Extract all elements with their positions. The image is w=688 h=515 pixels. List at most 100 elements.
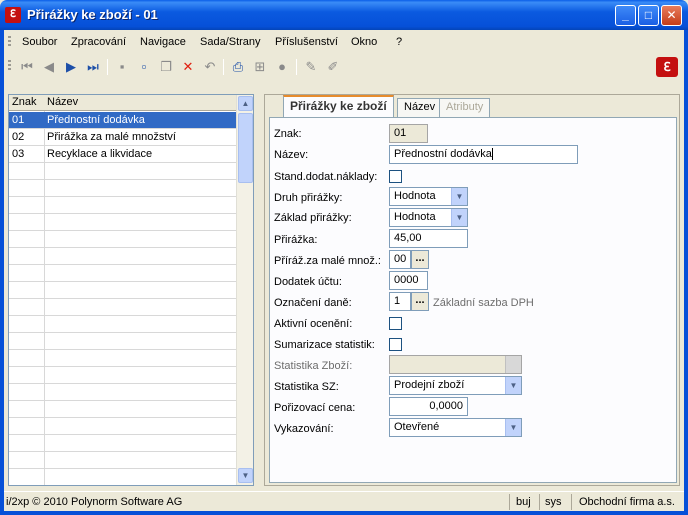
prev-record-icon[interactable]: ◀ (40, 58, 58, 76)
table-row[interactable]: 02 Přirážka za malé množství (9, 129, 237, 146)
menu-grip-icon[interactable] (8, 36, 11, 48)
label-druh-prirazky: Druh přirážky: (274, 192, 343, 204)
empty-row (9, 197, 237, 214)
status-bar: i/2xp © 2010 Polynorm Software AG buj sy… (4, 491, 684, 511)
chevron-down-icon[interactable]: ▼ (451, 209, 467, 226)
label-zaklad-prirazky: Základ přirážky: (274, 212, 352, 224)
delete-icon[interactable]: ✕ (179, 58, 197, 76)
new-icon[interactable]: ▫ (135, 58, 153, 76)
zaklad-prirazky-select[interactable]: Hodnota ▼ (389, 208, 468, 227)
table-row[interactable]: 03 Recyklace a likvidace (9, 146, 237, 163)
sumarizace-checkbox[interactable] (389, 338, 402, 351)
minimize-button[interactable]: _ (615, 5, 636, 26)
empty-row (9, 163, 237, 180)
porizovaci-cena-field[interactable]: 0,0000 (389, 397, 468, 416)
lock-icon[interactable]: ● (273, 58, 291, 76)
label-dodatek-uctu: Dodatek účtu: (274, 276, 342, 288)
chevron-down-icon[interactable]: ▼ (505, 419, 521, 436)
label-sumarizace: Sumarizace statistik: (274, 339, 375, 351)
label-statistika-zbozi: Statistika Zboží: (274, 360, 353, 372)
next-record-icon[interactable]: ▶ (62, 58, 80, 76)
statistika-sz-select[interactable]: Prodejní zboží ▼ (389, 376, 522, 395)
empty-row (9, 248, 237, 265)
edit-icon[interactable]: ✎ (302, 58, 320, 76)
empty-row (9, 180, 237, 197)
nazev-value: Přednostní dodávka (394, 148, 492, 160)
grid-scrollbar[interactable]: ▲ ▼ (236, 95, 253, 485)
last-record-icon[interactable]: ⏭ (84, 58, 102, 76)
empty-row (9, 418, 237, 435)
menu-prislusenstvi[interactable]: Příslušenství (275, 36, 338, 48)
statistika-zbozi-select (389, 355, 522, 374)
empty-row (9, 333, 237, 350)
window-frame-bottom (0, 511, 688, 515)
column-header-znak[interactable]: Znak (12, 96, 36, 108)
oznaceni-dane-field[interactable]: 1 (389, 292, 411, 311)
prirazka-field[interactable]: 45,00 (389, 229, 468, 248)
records-grid[interactable]: Znak Název 01 Přednostní dodávka 02 Přir… (8, 94, 254, 486)
toolbar-grip-icon[interactable] (8, 60, 11, 72)
label-vykazovani: Vykazování: (274, 423, 334, 435)
status-separator (509, 494, 510, 510)
label-priraz-male: Příráž.za malé množ.: (274, 255, 381, 267)
empty-row (9, 384, 237, 401)
label-statistika-sz: Statistika SZ: (274, 381, 339, 393)
first-record-icon[interactable]: ⏮ (18, 58, 36, 76)
scroll-down-icon[interactable]: ▼ (238, 468, 253, 483)
copy-icon[interactable]: ❐ (157, 58, 175, 76)
menu-soubor[interactable]: Soubor (22, 36, 57, 48)
text-caret (491, 148, 493, 161)
chevron-down-icon[interactable]: ▼ (505, 377, 521, 394)
edit-all-icon[interactable]: ✐ (324, 58, 342, 76)
empty-row (9, 299, 237, 316)
menu-sada-strany[interactable]: Sada/Strany (200, 36, 261, 48)
save-icon[interactable]: ▪ (113, 58, 131, 76)
znak-field: 01 (389, 124, 428, 143)
window-frame-right (684, 80, 688, 515)
tax-rate-description: Základní sazba DPH (433, 297, 534, 309)
maximize-button[interactable]: □ (638, 5, 659, 26)
scroll-up-icon[interactable]: ▲ (238, 96, 253, 111)
cell-znak: 02 (12, 131, 25, 143)
scroll-thumb[interactable] (238, 113, 253, 183)
empty-row (9, 316, 237, 333)
druh-prirazky-select[interactable]: Hodnota ▼ (389, 187, 468, 206)
toolbar-separator (296, 59, 297, 75)
vykazovani-select[interactable]: Otevřené ▼ (389, 418, 522, 437)
tab-nazev[interactable]: Název (397, 98, 443, 117)
oznaceni-dane-lookup-button[interactable]: ... (411, 292, 429, 311)
status-separator (539, 494, 540, 510)
stand-naklady-checkbox[interactable] (389, 170, 402, 183)
undo-icon[interactable]: ↶ (201, 58, 219, 76)
cell-nazev: Přednostní dodávka (47, 114, 145, 126)
label-porizovaci-cena: Pořizovací cena: (274, 402, 356, 414)
table-row[interactable]: 01 Přednostní dodávka (9, 112, 237, 129)
cell-nazev: Recyklace a likvidace (47, 148, 153, 160)
priraz-male-field[interactable]: 00 (389, 250, 411, 269)
menu-help[interactable]: ? (396, 36, 402, 48)
statistika-sz-value: Prodejní zboží (394, 379, 465, 391)
toolbar: ⏮ ◀ ▶ ⏭ ▪ ▫ ❐ ✕ ↶ ⎙ ⊞ ● ✎ ✐ ℇ (0, 54, 688, 80)
vykazovani-value: Otevřené (394, 421, 440, 433)
close-button[interactable]: ✕ (661, 5, 682, 26)
menu-zpracovani[interactable]: Zpracování (71, 36, 126, 48)
priraz-male-lookup-button[interactable]: ... (411, 250, 429, 269)
tab-prirazky[interactable]: Přirážky ke zboží (283, 95, 394, 117)
druh-prirazky-value: Hodnota (394, 190, 436, 202)
aktivni-oceneni-checkbox[interactable] (389, 317, 402, 330)
tree-icon[interactable]: ⊞ (251, 58, 269, 76)
menu-okno[interactable]: Okno (351, 36, 377, 48)
toolbar-separator (223, 59, 224, 75)
print-icon[interactable]: ⎙ (229, 58, 247, 76)
app-logo-icon[interactable]: ℇ (5, 7, 21, 23)
label-znak: Znak: (274, 128, 302, 140)
label-prirazka: Přirážka: (274, 234, 318, 246)
brand-logo-icon: ℇ (656, 57, 678, 77)
chevron-down-icon[interactable]: ▼ (451, 188, 467, 205)
empty-row (9, 401, 237, 418)
empty-row (9, 469, 237, 485)
menu-navigace[interactable]: Navigace (140, 36, 186, 48)
dodatek-uctu-field[interactable]: 0000 (389, 271, 428, 290)
nazev-field[interactable]: Přednostní dodávka (389, 145, 578, 164)
column-header-nazev[interactable]: Název (47, 96, 78, 108)
